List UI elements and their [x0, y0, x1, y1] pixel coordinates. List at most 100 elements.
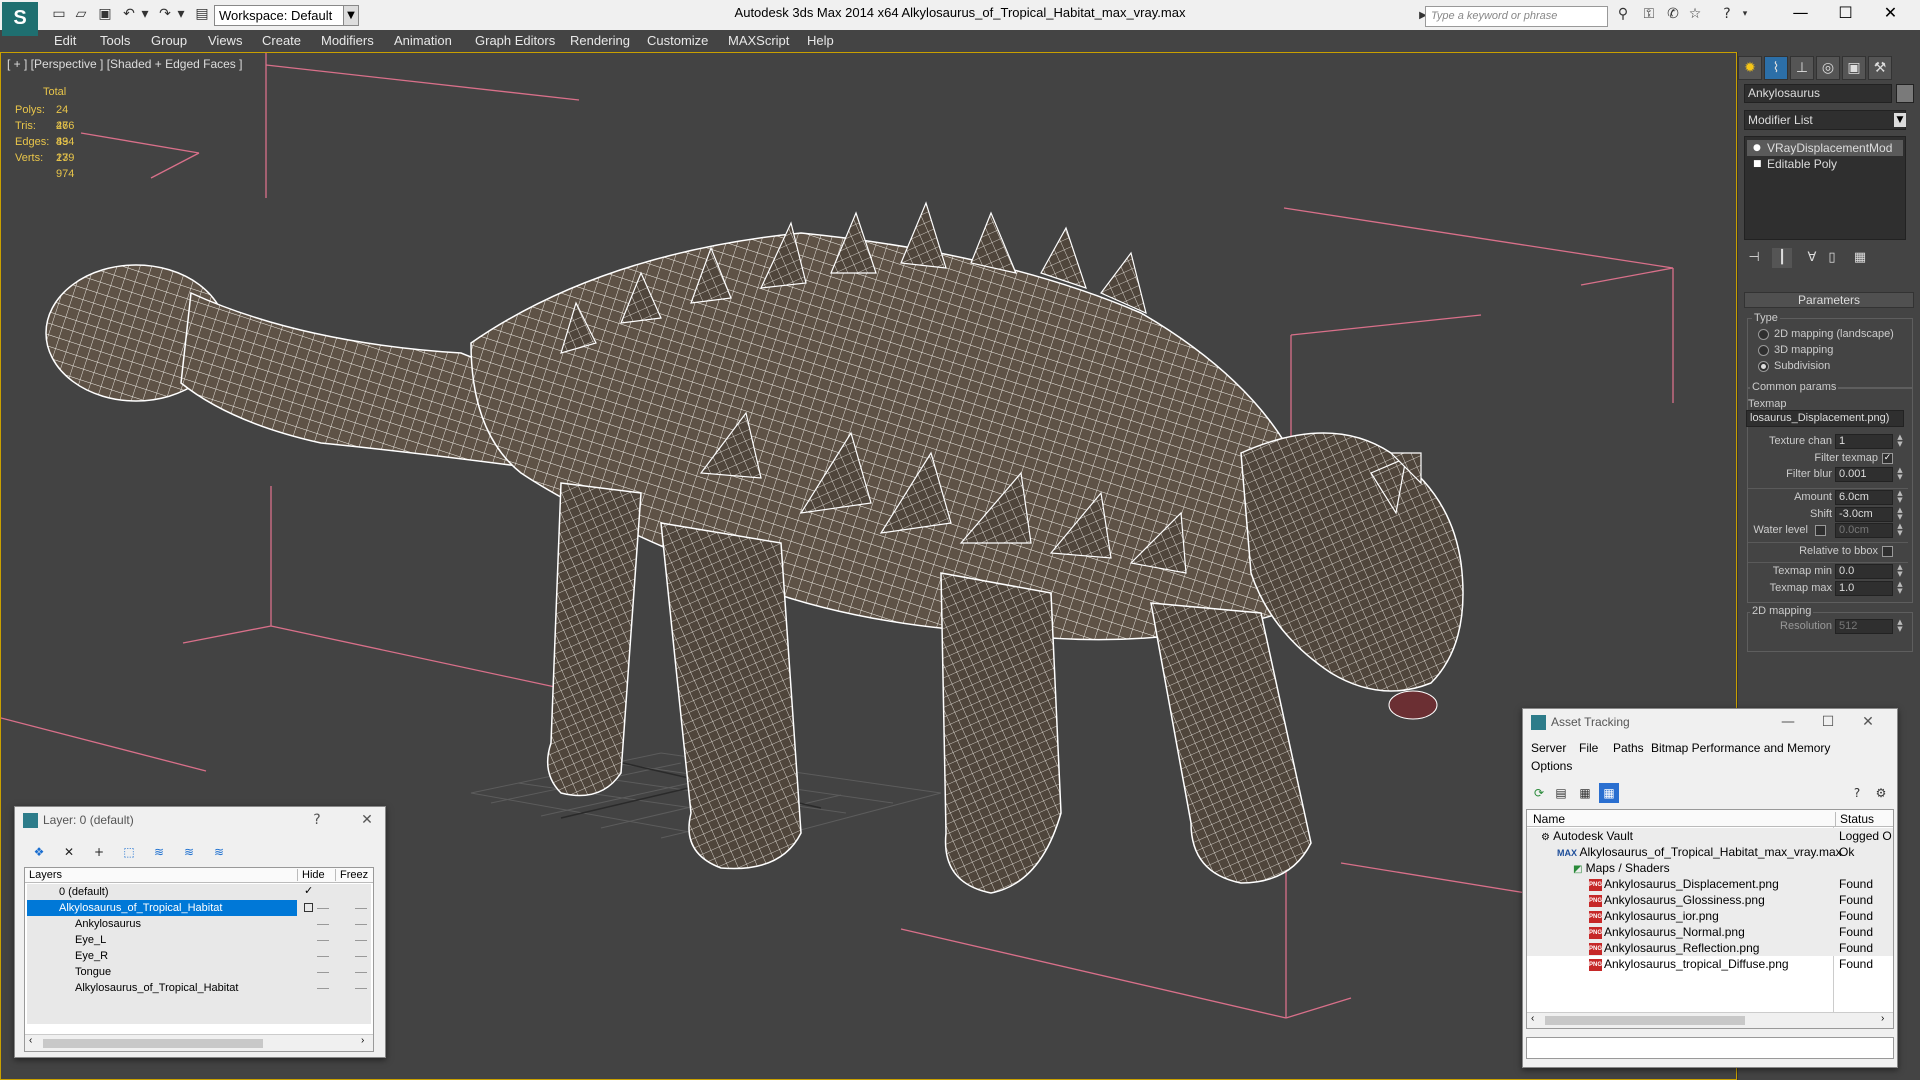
menu-animation[interactable]: Animation — [394, 30, 452, 52]
modifier-list-dropdown[interactable]: Modifier List — [1744, 110, 1906, 130]
select-objects-icon[interactable]: ⬚ — [119, 842, 139, 862]
app-logo[interactable]: S — [2, 2, 38, 36]
redo-dropdown-icon[interactable]: ▾ — [172, 5, 190, 23]
horizontal-scrollbar[interactable]: ‹ › — [1527, 1012, 1893, 1028]
asset-row-displacement[interactable]: PNG Ankylosaurus_Displacement.png — [1589, 876, 1779, 892]
menu-server[interactable]: Server — [1531, 741, 1566, 755]
freeze-all-icon[interactable]: ≋ — [209, 842, 229, 862]
asset-row-vault[interactable]: ⚙ Autodesk Vault — [1541, 828, 1633, 844]
texture-chan-spinner[interactable]: ▲ ▼ — [1896, 434, 1904, 449]
col-status[interactable]: Status — [1835, 812, 1874, 826]
delete-layer-icon[interactable]: ✕ — [59, 842, 79, 862]
type-radio-3d[interactable] — [1758, 345, 1769, 356]
scroll-right-icon[interactable]: › — [361, 1035, 364, 1046]
hide-toggle[interactable] — [317, 924, 329, 925]
active-layer-check-icon[interactable]: ✓ — [304, 884, 313, 897]
scroll-left-icon[interactable]: ‹ — [29, 1035, 32, 1046]
new-layer-icon[interactable]: ❖ — [29, 842, 49, 862]
parameters-rollout-header[interactable]: Parameters — [1744, 292, 1914, 308]
filter-texmap-checkbox[interactable]: ✓ — [1882, 453, 1893, 464]
layer-row-eye-l[interactable]: Eye_L — [27, 932, 297, 948]
hide-toggle[interactable] — [317, 988, 329, 989]
asset-window-title[interactable]: Asset Tracking — [1523, 709, 1630, 735]
minimize-button[interactable]: — — [1773, 709, 1803, 735]
hide-toggle[interactable] — [317, 972, 329, 973]
asset-row-reflection[interactable]: PNG Ankylosaurus_Reflection.png — [1589, 940, 1759, 956]
type-radio-subdivision[interactable] — [1758, 361, 1769, 372]
viewport-label[interactable]: [ + ] [Perspective ] [Shaded + Edged Fac… — [7, 57, 242, 71]
close-button[interactable]: ✕ — [352, 807, 382, 833]
type-radio-2d[interactable] — [1758, 329, 1769, 340]
modify-tab-icon[interactable]: ⌇ — [1764, 56, 1788, 80]
scroll-right-icon[interactable]: › — [1881, 1013, 1884, 1024]
utilities-tab-icon[interactable]: ⚒ — [1868, 56, 1892, 80]
layer-row-eye-r[interactable]: Eye_R — [27, 948, 297, 964]
workspace-select[interactable]: Workspace: Default — [214, 5, 359, 26]
stack-item-editable-poly[interactable]: ■ Editable Poly — [1747, 156, 1903, 172]
undo-dropdown-icon[interactable]: ▾ — [136, 5, 154, 23]
minimize-button[interactable]: — — [1778, 0, 1823, 28]
menu-maxscript[interactable]: MAXScript — [728, 30, 789, 52]
asset-row-maps-shaders[interactable]: ◩ Maps / Shaders — [1573, 860, 1670, 876]
menu-help[interactable]: Help — [807, 30, 834, 52]
scrollbar-thumb[interactable] — [1545, 1016, 1745, 1025]
make-unique-icon[interactable]: ∀ — [1802, 248, 1822, 268]
layer-row-habitat-object[interactable]: Alkylosaurus_of_Tropical_Habitat — [27, 980, 297, 996]
filter-blur-input[interactable]: 0.001 — [1835, 467, 1893, 482]
menu-customize[interactable]: Customize — [647, 30, 708, 52]
scroll-left-icon[interactable]: ‹ — [1531, 1013, 1534, 1024]
remove-modifier-icon[interactable]: ▯ — [1822, 248, 1842, 268]
menu-options[interactable]: Options — [1531, 759, 1572, 773]
col-freeze[interactable]: Freez — [335, 869, 368, 881]
communication-icon[interactable]: ✆ — [1664, 5, 1682, 23]
hide-toggle[interactable] — [317, 956, 329, 957]
layer-row-tongue[interactable]: Tongue — [27, 964, 297, 980]
layer-row-default[interactable]: 0 (default) — [27, 884, 297, 900]
menu-modifiers[interactable]: Modifiers — [321, 30, 374, 52]
scrollbar-thumb[interactable] — [43, 1039, 263, 1048]
resolution-input[interactable]: 512 — [1835, 619, 1893, 634]
col-layers[interactable]: Layers — [29, 869, 62, 881]
shift-spinner[interactable]: ▲ ▼ — [1896, 507, 1904, 522]
texmap-max-spinner[interactable]: ▲ ▼ — [1896, 581, 1904, 596]
object-name-field[interactable]: Ankylosaurus — [1744, 84, 1892, 103]
menu-edit[interactable]: Edit — [54, 30, 76, 52]
ankylosaurus-model[interactable] — [45, 201, 1464, 894]
refresh-icon[interactable]: ⟳ — [1529, 783, 1549, 803]
relative-bbox-checkbox[interactable] — [1882, 546, 1893, 557]
texmap-min-input[interactable]: 0.0 — [1835, 564, 1893, 579]
expand-plus-icon[interactable]: ■ — [1753, 159, 1762, 169]
freeze-toggle[interactable] — [355, 908, 367, 909]
close-button[interactable]: ✕ — [1853, 709, 1883, 735]
menu-group[interactable]: Group — [151, 30, 187, 52]
asset-row-normal[interactable]: PNG Ankylosaurus_Normal.png — [1589, 924, 1745, 940]
menu-file[interactable]: File — [1579, 741, 1598, 755]
menu-graph-editors[interactable]: Graph Editors — [475, 30, 555, 52]
asset-row-diffuse[interactable]: PNG Ankylosaurus_tropical_Diffuse.png — [1589, 956, 1789, 972]
freeze-toggle[interactable] — [355, 940, 367, 941]
create-tab-icon[interactable]: ✹ — [1738, 56, 1762, 80]
stack-item-vray-displacement[interactable]: ● VRayDisplacementMod — [1747, 140, 1903, 156]
menu-bitmap-performance[interactable]: Bitmap Performance and Memory — [1651, 741, 1830, 755]
show-end-result-icon[interactable]: ┃ — [1772, 248, 1792, 268]
close-button[interactable]: ✕ — [1868, 0, 1913, 28]
add-to-layer-icon[interactable]: + — [89, 842, 109, 862]
texmap-max-input[interactable]: 1.0 — [1835, 581, 1893, 596]
new-file-icon[interactable]: ▭ — [50, 5, 68, 23]
shift-input[interactable]: -3.0cm — [1835, 507, 1893, 522]
amount-spinner[interactable]: ▲ ▼ — [1896, 490, 1904, 505]
layer-row-ankylosaurus[interactable]: Ankylosaurus — [27, 916, 297, 932]
binoculars-icon[interactable]: ⚲ — [1614, 5, 1632, 23]
menu-paths[interactable]: Paths — [1613, 741, 1644, 755]
horizontal-scrollbar[interactable]: ‹ › — [25, 1034, 373, 1051]
hierarchy-tab-icon[interactable]: ⊥ — [1790, 56, 1814, 80]
freeze-toggle[interactable] — [355, 988, 367, 989]
texmap-min-spinner[interactable]: ▲ ▼ — [1896, 564, 1904, 579]
chevron-down-icon[interactable]: ▼ — [1894, 113, 1906, 127]
filter-blur-spinner[interactable]: ▲ ▼ — [1896, 467, 1904, 482]
help-button[interactable]: ? — [302, 807, 332, 833]
maximize-button[interactable]: ☐ — [1823, 0, 1868, 28]
water-level-input[interactable]: 0.0cm — [1835, 523, 1893, 538]
asset-row-glossiness[interactable]: PNG Ankylosaurus_Glossiness.png — [1589, 892, 1765, 908]
subscription-icon[interactable]: ⚿ — [1640, 5, 1658, 23]
